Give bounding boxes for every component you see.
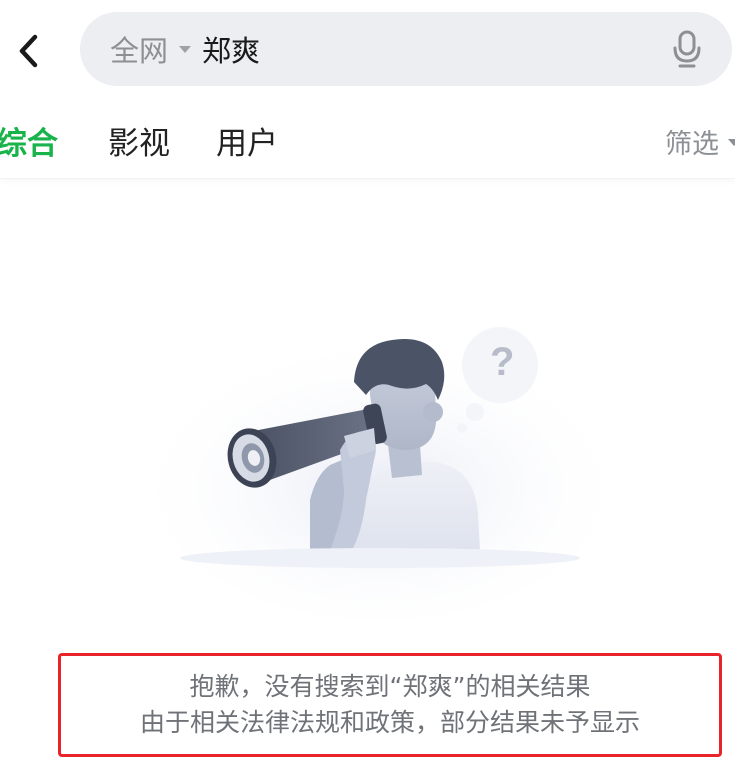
filter-label: 筛选 xyxy=(665,129,719,160)
search-scope-selector[interactable]: 全网 xyxy=(110,28,202,70)
empty-state-illustration: ? xyxy=(145,327,610,620)
policy-notice-text: 由于相关法律法规和政策，部分结果未予显示 xyxy=(139,708,640,737)
tab-film-tv[interactable]: 影视 xyxy=(108,118,170,163)
no-results-text: 抱歉，没有搜索到“郑爽”的相关结果 xyxy=(189,672,591,701)
filter-button[interactable]: 筛选 xyxy=(665,122,735,161)
tab-users[interactable]: 用户 xyxy=(216,118,278,163)
caret-down-icon xyxy=(179,46,192,53)
tab-comprehensive[interactable]: 综合 xyxy=(0,118,58,163)
caret-down-icon xyxy=(728,138,735,146)
voice-search-button[interactable] xyxy=(670,29,704,69)
question-mark-icon: ? xyxy=(490,340,514,384)
search-results-page: 全网 郑爽 综合 影视 用户 筛选 ? 抱歉，没有搜索到“郑爽”的相关结果 由于… xyxy=(0,0,735,762)
microphone-icon xyxy=(673,30,701,68)
search-scope-label: 全网 xyxy=(110,34,169,68)
result-tabs: 综合 影视 用户 筛选 xyxy=(0,100,735,179)
no-results-message: 抱歉，没有搜索到“郑爽”的相关结果 由于相关法律法规和政策，部分结果未予显示 xyxy=(58,653,722,757)
search-bar[interactable]: 全网 郑爽 xyxy=(80,12,732,86)
search-input[interactable]: 郑爽 xyxy=(202,28,670,70)
back-button[interactable] xyxy=(8,28,48,74)
chevron-left-icon xyxy=(19,34,38,68)
